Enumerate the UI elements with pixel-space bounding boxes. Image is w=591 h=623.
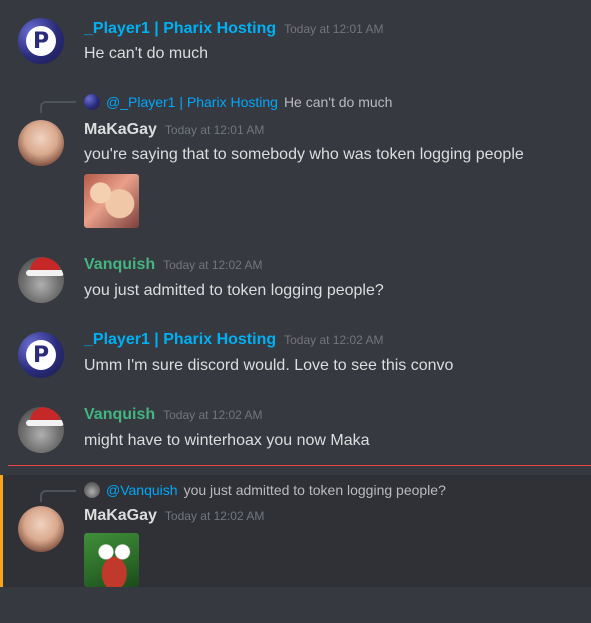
timestamp: Today at 12:01 AM — [284, 22, 384, 36]
timestamp: Today at 12:02 AM — [164, 509, 265, 523]
reply-avatar-icon — [84, 482, 100, 498]
avatar[interactable] — [18, 407, 64, 453]
reply-preview[interactable]: @Vanquish you just admitted to token log… — [84, 482, 446, 498]
author-label[interactable]: MaKaGay — [84, 507, 157, 524]
image-attachment[interactable] — [84, 533, 139, 587]
timestamp: Today at 12:02 AM — [284, 333, 384, 347]
reply-connector — [40, 101, 76, 113]
message-text: you just admitted to token logging peopl… — [84, 282, 384, 299]
author-label[interactable]: MaKaGay — [84, 121, 157, 138]
image-attachment[interactable] — [84, 174, 139, 228]
avatar[interactable] — [18, 506, 64, 552]
author-name[interactable]: _Player1 | Pharix Hosting Today at 12:01 … — [84, 20, 384, 38]
author-name[interactable]: _Player1 | Pharix Hosting Today at 12:02 … — [84, 331, 384, 349]
author-name[interactable]: MaKaGay Today at 12:01 AM — [84, 121, 264, 139]
reply-avatar-icon — [84, 94, 100, 110]
reply-preview[interactable]: @_Player1 | Pharix Hosting He can't do m… — [84, 94, 392, 110]
reply-text[interactable]: you just admitted to token logging peopl… — [184, 482, 446, 498]
santa-hat-icon — [26, 407, 64, 426]
message-text: you're saying that to somebody who was t… — [84, 146, 524, 163]
pharix-logo-icon: P — [26, 26, 56, 56]
santa-hat-icon — [26, 257, 64, 276]
avatar[interactable] — [18, 257, 64, 303]
message-text: Umm I'm sure discord would. Love to see … — [84, 357, 454, 374]
message-text: He can't do much — [84, 45, 209, 62]
new-messages-divider — [8, 465, 591, 466]
pharix-logo-icon: P — [26, 340, 56, 370]
author-name[interactable]: MaKaGay Today at 12:02 AM — [84, 507, 264, 525]
reply-author[interactable]: @Vanquish — [106, 482, 178, 498]
reply-text[interactable]: He can't do much — [284, 94, 393, 110]
avatar[interactable]: P — [18, 18, 64, 64]
author-label[interactable]: _Player1 | Pharix Hosting — [84, 20, 276, 37]
reply-author[interactable]: @_Player1 | Pharix Hosting — [106, 94, 278, 110]
avatar[interactable]: P — [18, 332, 64, 378]
author-label[interactable]: Vanquish — [84, 406, 155, 423]
author-label[interactable]: Vanquish — [84, 256, 155, 273]
timestamp: Today at 12:02 AM — [163, 258, 263, 272]
message-text: might have to winterhoax you now Maka — [84, 432, 370, 449]
author-name[interactable]: Vanquish Today at 12:02 AM — [84, 256, 263, 274]
author-name[interactable]: Vanquish Today at 12:02 AM — [84, 406, 263, 424]
timestamp: Today at 12:02 AM — [163, 408, 263, 422]
avatar[interactable] — [18, 120, 64, 166]
author-label[interactable]: _Player1 | Pharix Hosting — [84, 331, 276, 348]
timestamp: Today at 12:01 AM — [164, 123, 265, 137]
reply-connector — [40, 490, 76, 502]
